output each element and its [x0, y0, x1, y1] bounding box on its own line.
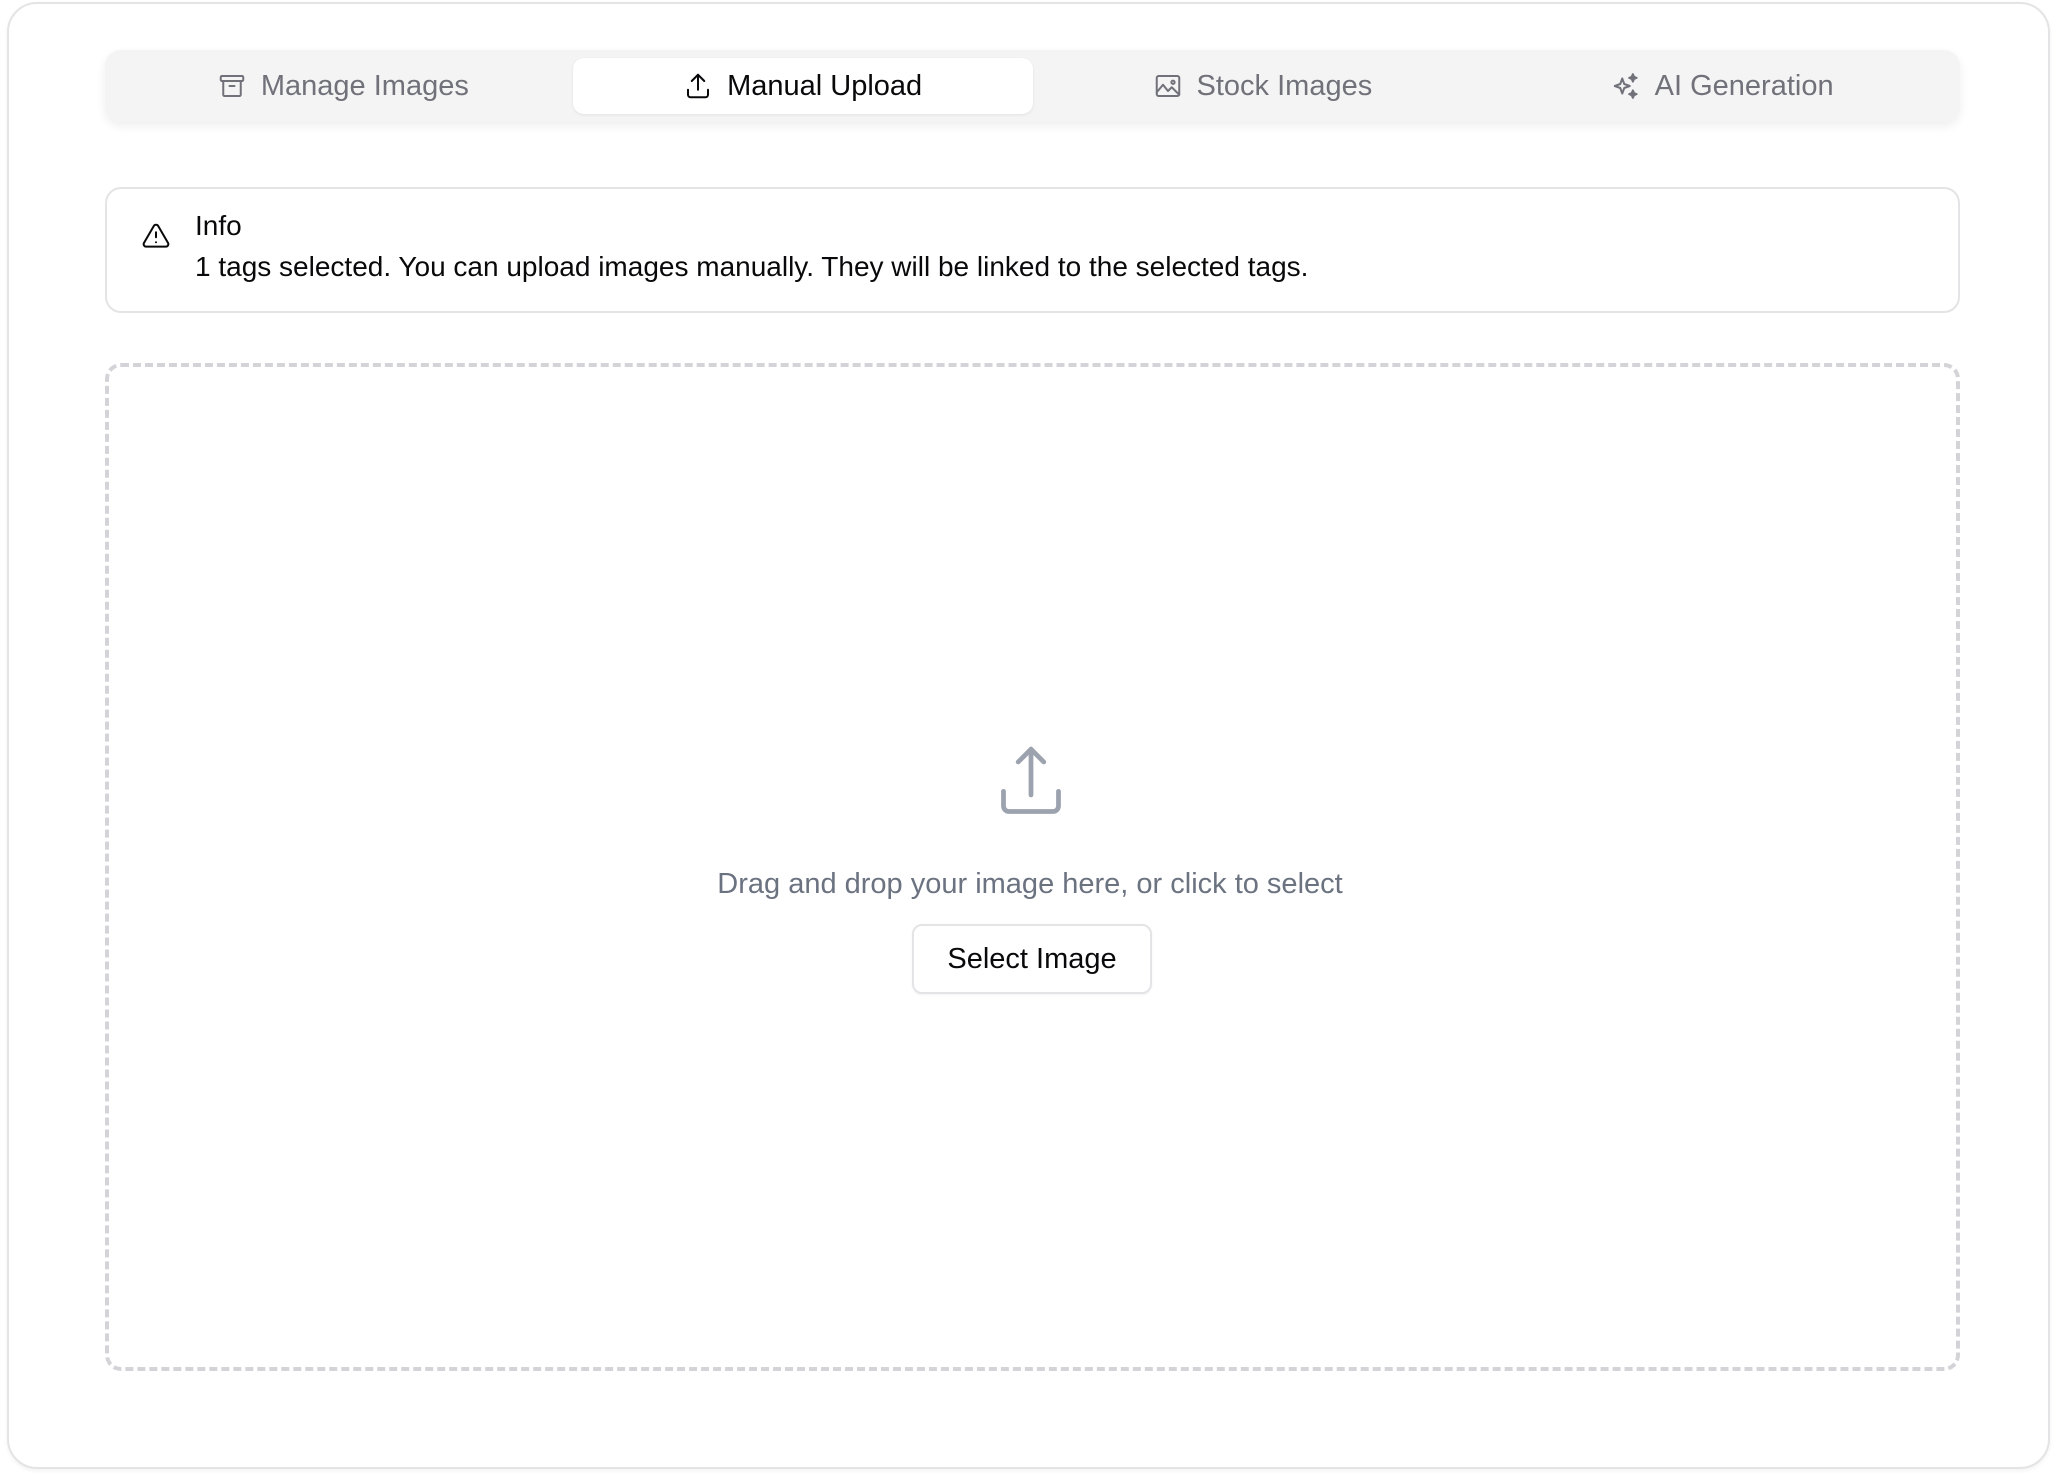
select-image-button[interactable]: Select Image: [912, 924, 1152, 994]
alert-title: Info: [195, 210, 242, 241]
tab-manual-upload[interactable]: Manual Upload: [572, 58, 1033, 114]
tab-manage-images[interactable]: Manage Images: [113, 58, 573, 114]
tab-label: Stock Images: [1196, 69, 1373, 102]
image-icon: [1155, 75, 1180, 97]
alert-description: 1 tags selected. You can upload images m…: [195, 251, 1309, 282]
tab-label: Manage Images: [260, 69, 469, 102]
tab-ai-generation[interactable]: AI Generation: [1492, 58, 1952, 114]
upload-icon: [687, 73, 710, 99]
dropzone-instructions: Drag and drop your image here, or click …: [717, 868, 1343, 900]
info-alert: Info 1 tags selected. You can upload ima…: [105, 187, 1960, 313]
sparkles-icon: [1613, 73, 1638, 99]
tab-stock-images[interactable]: Stock Images: [1033, 58, 1493, 114]
tab-label: AI Generation: [1654, 69, 1834, 102]
warning-triangle-icon: [142, 223, 170, 248]
upload-icon: [1001, 746, 1061, 814]
tab-bar: Manage Images Manual Upload Stock Images…: [105, 50, 1960, 122]
tab-label: Manual Upload: [727, 69, 923, 102]
archive-icon: [219, 75, 245, 97]
image-dropzone[interactable]: [105, 363, 1960, 1371]
